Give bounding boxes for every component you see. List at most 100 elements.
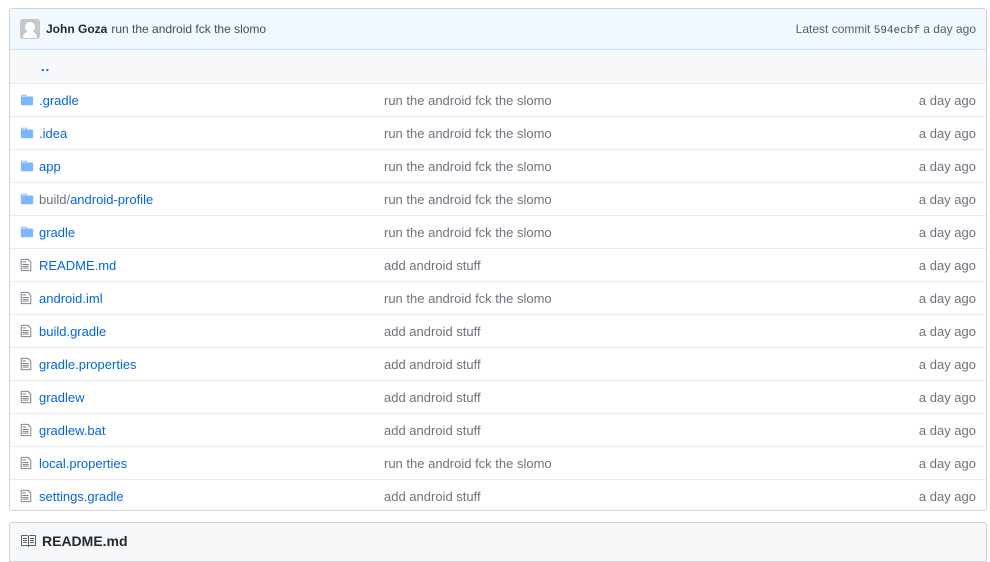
file-name: README.md [39,257,117,273]
readme-header: README.md [9,522,987,562]
commit-tease: John Goza run the android fck the slomo … [10,9,986,50]
file-icon [10,423,39,437]
file-age: a day ago [918,92,976,108]
commit-age: a day ago [923,21,976,36]
file-link[interactable]: settings.gradle [39,489,124,504]
file-commit-message-link[interactable]: run the android fck the slomo [384,192,552,207]
file-name-cell: local.properties [39,456,384,471]
file-row: .idea run the android fck the slomo a day … [10,116,986,149]
commit-message-cell: add android stuff [384,390,866,405]
commit-sha-link[interactable]: 594ecbf [874,25,920,37]
file-name-cell: README.md [39,258,384,273]
directory-link[interactable]: gradle [39,225,75,240]
file-age: a day ago [918,125,976,141]
file-row: gradlew.bat add android stuff a day ago [10,413,986,446]
file-name-cell: app [39,159,384,174]
file-name: gradle.properties [39,356,137,372]
file-name-cell: .gradle [39,93,384,108]
file-row: build/android-profile run the android fck… [10,182,986,215]
file-row: README.md add android stuff a day ago [10,248,986,281]
file-link[interactable]: gradle.properties [39,357,137,372]
file-icon [10,291,39,305]
directory-link[interactable]: .gradle [39,93,79,108]
file-icon [10,258,39,272]
file-age: a day ago [918,389,976,405]
file-row: gradlew add android stuff a day ago [10,380,986,413]
file-name-cell: gradlew [39,390,384,405]
file-link[interactable]: gradlew.bat [39,423,106,438]
folder-icon [10,225,39,239]
file-commit-message-link[interactable]: run the android fck the slomo [384,159,552,174]
file-age: a day ago [918,323,976,339]
file-name-cell: gradle.properties [39,357,384,372]
file-commit-message-link[interactable]: add android stuff [384,390,481,405]
commit-message-cell: add android stuff [384,324,866,339]
file-age: a day ago [918,158,976,174]
file-name: .gradle [39,92,79,108]
commit-message-cell: add android stuff [384,489,866,504]
file-list: .gradle run the android fck the slomo a da… [10,83,986,510]
commit-message-cell: run the android fck the slomo [384,126,866,141]
file-link[interactable]: local.properties [39,456,127,471]
file-name-cell: settings.gradle [39,489,384,504]
book-icon [20,533,36,552]
file-age: a day ago [918,356,976,372]
file-name: app [39,158,61,174]
file-row: android.iml run the android fck the slomo… [10,281,986,314]
file-name: android.iml [39,290,103,306]
commit-message-cell: run the android fck the slomo [384,225,866,240]
file-age: a day ago [918,257,976,273]
file-name-cell: gradle [39,225,384,240]
file-name-cell: .idea [39,126,384,141]
commit-message-cell: add android stuff [384,258,866,273]
directory-link[interactable]: .idea [39,126,67,141]
commit-message-cell: run the android fck the slomo [384,192,866,207]
file-row: gradle run the android fck the slomo a day… [10,215,986,248]
commit-author-link[interactable]: John Goza [46,22,107,36]
file-commit-message-link[interactable]: run the android fck the slomo [384,126,552,141]
file-row: build.gradle add android stuff a day ago [10,314,986,347]
file-commit-message-link[interactable]: run the android fck the slomo [384,291,552,306]
file-commit-message-link[interactable]: add android stuff [384,357,481,372]
avatar[interactable] [20,19,40,39]
latest-commit-info: Latest commit 594ecbf a day ago [796,22,976,37]
commit-message-link[interactable]: run the android fck the slomo [111,22,266,36]
file-name-cell: build/android-profile [39,192,384,207]
commit-message-cell: run the android fck the slomo [384,291,866,306]
folder-icon [10,159,39,173]
file-commit-message-link[interactable]: run the android fck the slomo [384,93,552,108]
file-icon [10,489,39,503]
folder-icon [10,192,39,206]
file-commit-message-link[interactable]: run the android fck the slomo [384,225,552,240]
up-directory-link[interactable]: .. [41,59,50,74]
file-link[interactable]: android.iml [39,291,103,306]
file-link[interactable]: gradlew [39,390,85,405]
file-name: local.properties [39,455,128,471]
file-commit-message-link[interactable]: run the android fck the slomo [384,456,552,471]
file-age: a day ago [918,290,976,306]
file-age: a day ago [918,488,976,504]
file-commit-message-link[interactable]: add android stuff [384,258,481,273]
folder-icon [10,93,39,107]
commit-message-cell: run the android fck the slomo [384,93,866,108]
file-commit-message-link[interactable]: add android stuff [384,423,481,438]
commit-message-cell: add android stuff [384,423,866,438]
file-link[interactable]: README.md [39,258,116,273]
file-row: app run the android fck the slomo a day ag… [10,149,986,182]
file-age: a day ago [918,455,976,471]
directory-link[interactable]: app [39,159,61,174]
up-directory-row: .. [10,50,986,83]
file-name: gradle [39,224,76,240]
file-link[interactable]: build.gradle [39,324,106,339]
directory-link[interactable]: build/android-profile [39,192,153,207]
file-name-cell: build.gradle [39,324,384,339]
file-row: gradle.properties add android stuff a day … [10,347,986,380]
file-age: a day ago [918,191,976,207]
file-browser: John Goza run the android fck the slomo … [9,8,987,511]
file-commit-message-link[interactable]: add android stuff [384,324,481,339]
file-name-cell: android.iml [39,291,384,306]
file-name: build.gradle [39,323,107,339]
file-commit-message-link[interactable]: add android stuff [384,489,481,504]
file-row: settings.gradle add android stuff a day ag… [10,479,986,510]
commit-message-cell: run the android fck the slomo [384,456,866,471]
